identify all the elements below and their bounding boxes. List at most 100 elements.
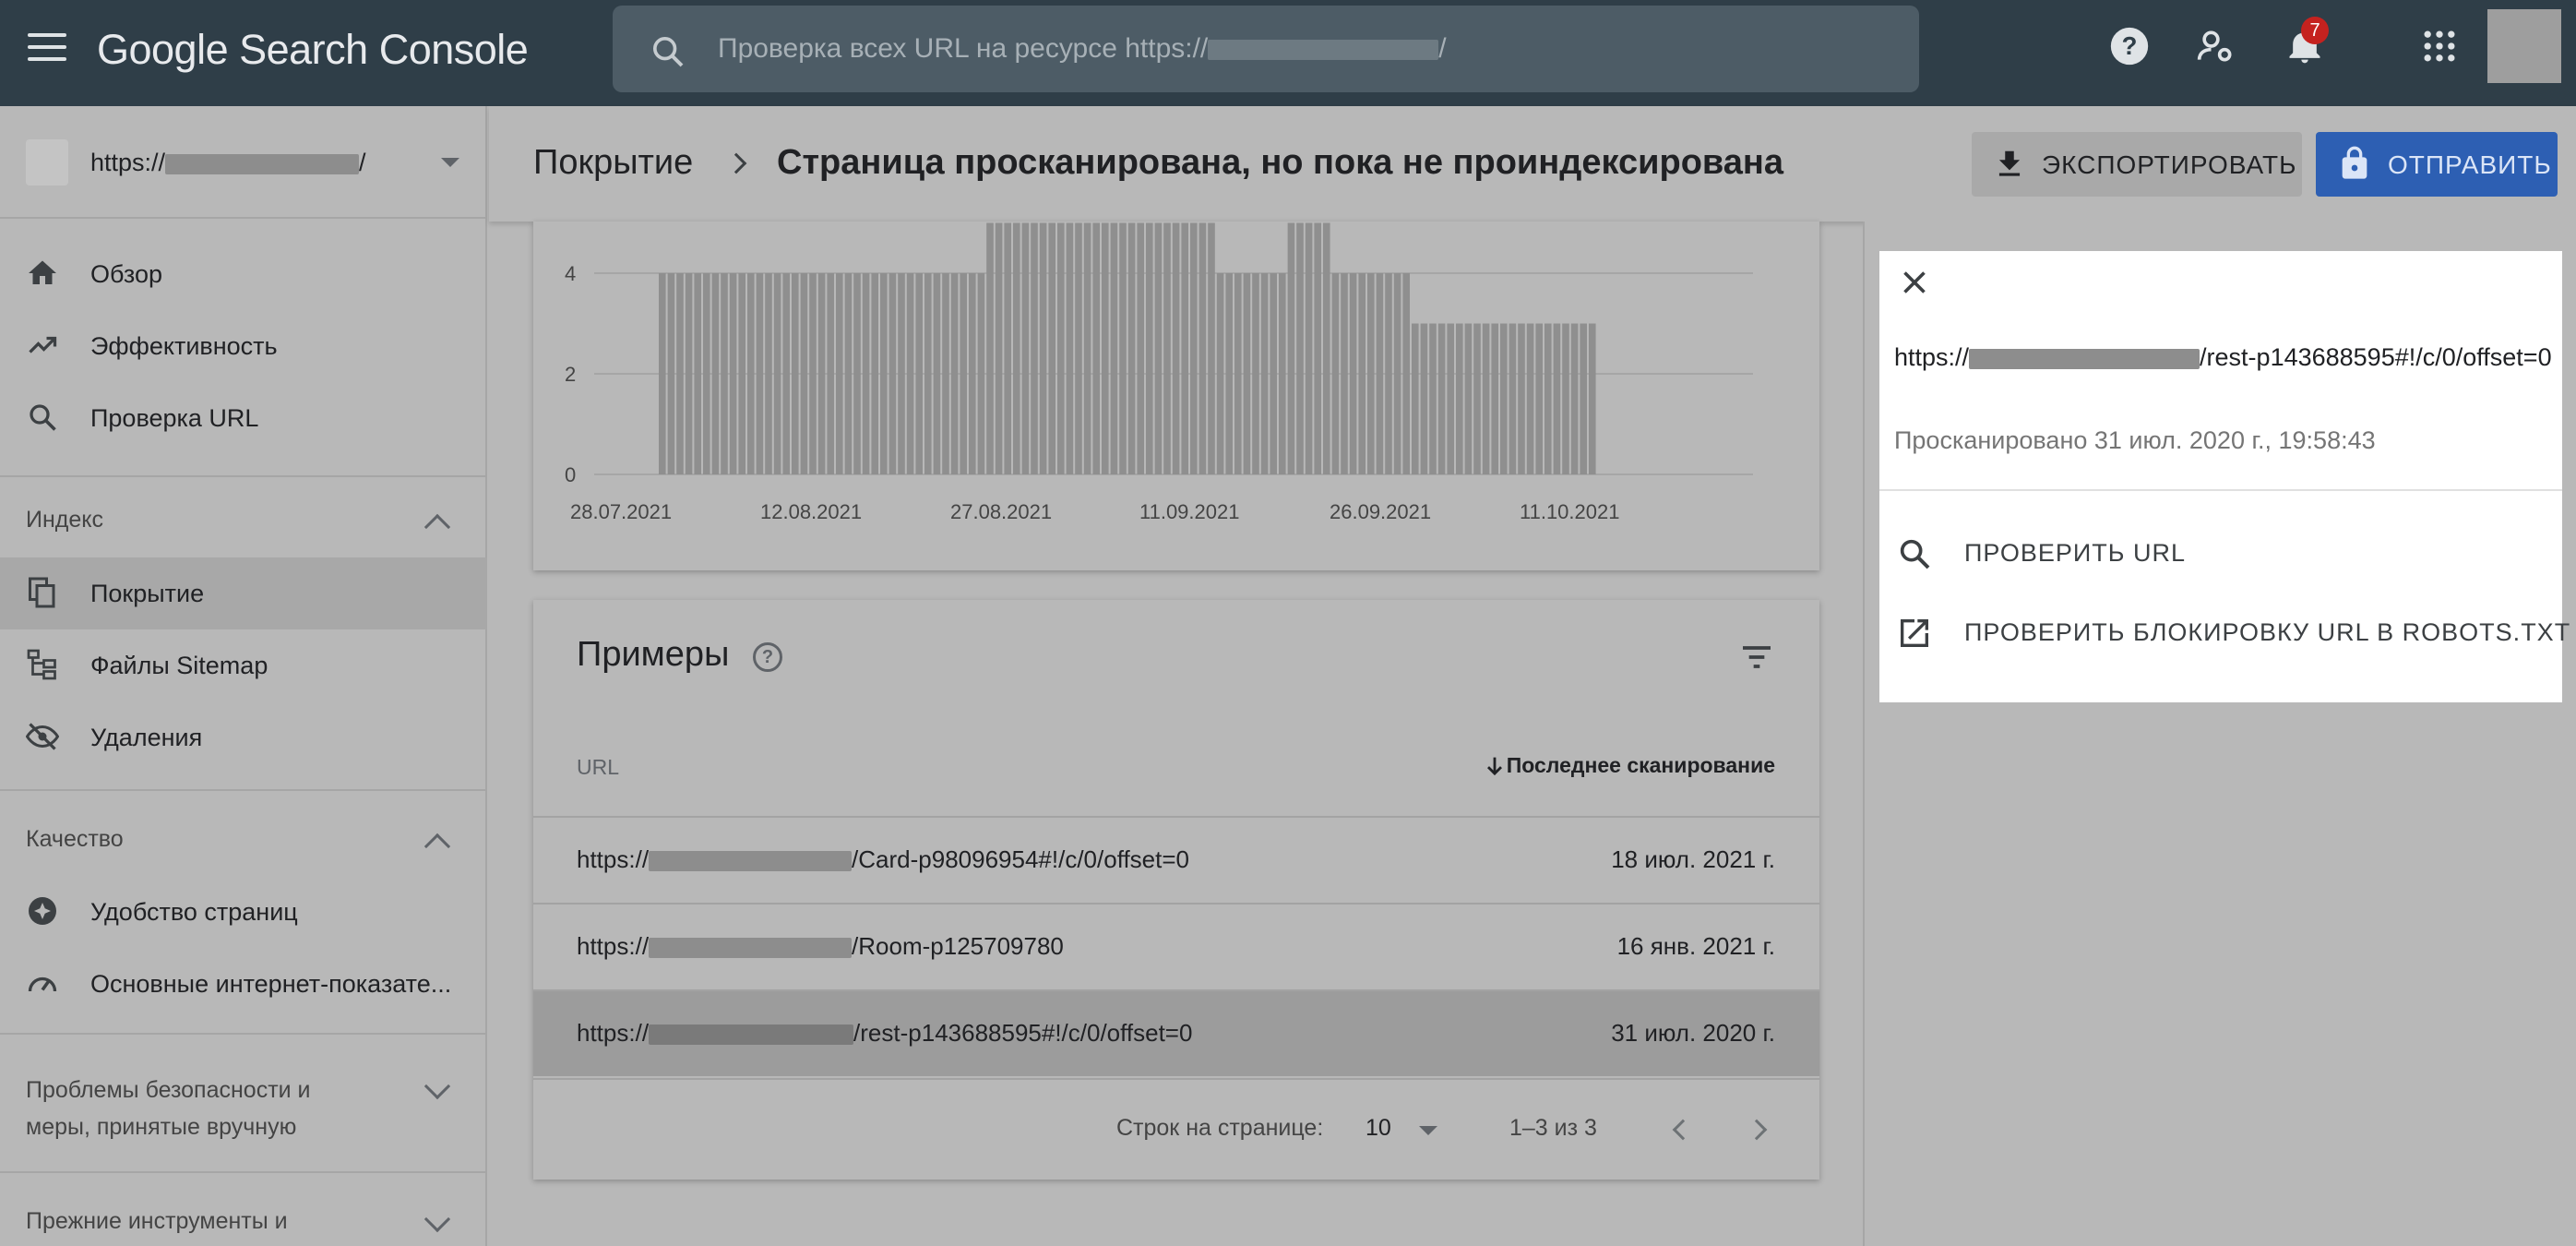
chart-bar: [1349, 273, 1357, 474]
menu-icon[interactable]: [28, 33, 66, 66]
column-header-last-crawl[interactable]: Последнее сканирование: [1507, 753, 1775, 778]
chart-bar: [1181, 222, 1188, 474]
sidebar-item-label: Обзор: [90, 260, 162, 288]
chart-bar: [1393, 273, 1401, 474]
property-selector[interactable]: https:///: [0, 106, 487, 219]
help-icon[interactable]: ?: [753, 642, 782, 672]
download-icon: [1998, 150, 2021, 176]
chart-bar: [1500, 323, 1508, 474]
close-icon[interactable]: [1898, 266, 1931, 299]
next-page-icon[interactable]: [1746, 1119, 1768, 1141]
chevron-up-icon[interactable]: [423, 833, 451, 860]
table-row[interactable]: https:///Room-p125709780 16 янв. 2021 г.: [533, 903, 1819, 989]
account-avatar[interactable]: [2487, 9, 2561, 83]
section-header-quality[interactable]: Качество: [26, 826, 124, 853]
chart-bar: [1385, 273, 1392, 474]
y-tick-label: 0: [565, 463, 576, 486]
arrow-down-icon[interactable]: [1482, 753, 1508, 779]
chart-bar: [1482, 323, 1490, 474]
chart-bar: [773, 273, 781, 474]
sidebar-item-performance[interactable]: Эффективность: [0, 310, 487, 382]
table-row-selected[interactable]: https:///rest-p143688595#!/c/0/offset=0 …: [533, 989, 1819, 1076]
divider: [1879, 489, 2562, 491]
apps-grid-icon[interactable]: [2419, 26, 2460, 66]
chart-bar: [1341, 273, 1348, 474]
chart-bar: [809, 273, 817, 474]
coverage-bar-chart: 0 2 4 28.07.2021 12.08.2021 27.08.2021 11.09.2…: [565, 222, 1753, 523]
chart-bar: [747, 273, 755, 474]
chart-bar: [711, 273, 720, 474]
redacted-domain: [649, 1024, 854, 1046]
page-range: 1–3 из 3: [1509, 1115, 1597, 1141]
robots-txt-check-button[interactable]: ПРОВЕРИТЬ БЛОКИРОВКУ URL В ROBOTS.TXT: [1964, 618, 2570, 647]
chart-bar: [1216, 273, 1224, 474]
redacted-domain: [649, 851, 853, 872]
chart-bar: [1570, 323, 1579, 474]
chart-bar: [1083, 222, 1091, 474]
sidebar-item-sitemaps[interactable]: Файлы Sitemap: [0, 629, 487, 701]
sidebar-item-overview[interactable]: Обзор: [0, 238, 487, 310]
chart-bar: [1518, 323, 1525, 474]
chart-bar: [1021, 222, 1030, 474]
sidebar-item-label: Покрытие: [90, 580, 205, 607]
chart-bar: [827, 273, 834, 474]
prev-page-icon[interactable]: [1672, 1119, 1694, 1141]
sidebar-item-page-experience[interactable]: Удобство страниц: [0, 876, 487, 948]
export-button[interactable]: ЭКСПОРТИРОВАТЬ: [1972, 132, 2302, 197]
chevron-down-icon[interactable]: [1419, 1126, 1437, 1135]
speed-gauge-icon: [28, 976, 57, 992]
chart-bar: [1092, 222, 1100, 474]
chart-bar: [933, 273, 941, 474]
help-icon[interactable]: ?: [2109, 26, 2150, 66]
x-tick-label: 26.09.2021: [1330, 500, 1431, 523]
redacted-domain: [165, 153, 360, 174]
table-row[interactable]: https:///Card-p98096954#!/c/0/offset=0 1…: [533, 816, 1819, 903]
chevron-down-icon[interactable]: [423, 1072, 451, 1100]
chart-bar: [1190, 222, 1198, 474]
user-settings-icon[interactable]: [2196, 26, 2236, 66]
inspect-url-button[interactable]: ПРОВЕРИТЬ URL: [1964, 539, 2186, 568]
sidebar-item-removals[interactable]: Удаления: [0, 701, 487, 773]
chart-bar: [1172, 222, 1180, 474]
section-header-index[interactable]: Индекс: [26, 507, 103, 533]
filter-icon[interactable]: [1738, 639, 1775, 676]
search-input[interactable]: Проверка всех URL на ресурсе https:///: [613, 6, 1919, 92]
property-favicon-icon: [26, 139, 68, 186]
chart-bar: [862, 273, 870, 474]
sidebar-item-label: Основные интернет-показате...: [90, 970, 452, 998]
row-url: https:///Room-p125709780: [577, 932, 1064, 960]
section-header-security[interactable]: Проблемы безопасности и меры, принятые вр…: [26, 1072, 311, 1145]
divider: [0, 1033, 487, 1035]
chart-bar: [703, 273, 710, 474]
chart-bar: [685, 273, 693, 474]
home-icon: [29, 260, 56, 284]
page-title: Страница просканирована, но пока не прои…: [777, 143, 1784, 182]
rows-per-page-select[interactable]: 10: [1366, 1115, 1391, 1142]
submit-button[interactable]: ОТПРАВИТЬ: [2316, 132, 2558, 197]
chart-bar: [1119, 222, 1127, 474]
visibility-off-icon: [26, 723, 59, 750]
redacted-domain: [649, 938, 853, 959]
chart-bar: [1323, 222, 1330, 474]
search-icon: [1900, 539, 1930, 569]
chart-bar: [898, 273, 905, 474]
sidebar-item-web-vitals[interactable]: Основные интернет-показате...: [0, 948, 487, 1020]
chevron-up-icon[interactable]: [423, 513, 451, 541]
chevron-down-icon[interactable]: [423, 1205, 451, 1233]
chart-bar: [1146, 222, 1153, 474]
chart-bar: [1464, 323, 1473, 474]
section-header-legacy[interactable]: Прежние инструменты и: [26, 1208, 288, 1235]
chart-bar: [906, 273, 914, 474]
svg-text:?: ?: [2122, 31, 2138, 60]
column-header-url[interactable]: URL: [577, 755, 619, 780]
chart-bar: [1110, 222, 1118, 474]
sitemap-icon: [27, 649, 56, 680]
sidebar-item-coverage[interactable]: Покрытие: [0, 557, 487, 629]
breadcrumb-coverage[interactable]: Покрытие: [533, 143, 693, 183]
chart-bar: [756, 273, 764, 474]
sidebar-item-url-inspection[interactable]: Проверка URL: [0, 382, 487, 454]
rows-per-page-label: Строк на странице:: [1116, 1115, 1324, 1141]
chart-bar: [1562, 323, 1569, 474]
chart-bar: [1208, 222, 1215, 474]
search-placeholder: Проверка всех URL на ресурсе https:///: [718, 33, 1447, 64]
